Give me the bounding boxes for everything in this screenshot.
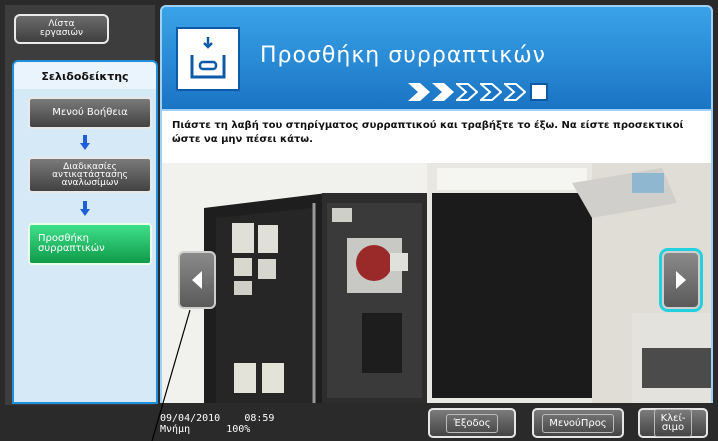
step-chevron-icon <box>504 83 526 101</box>
close-button[interactable]: Κλεί- σιμο <box>638 408 708 438</box>
bookmark-item-add-staples[interactable]: Προσθήκη συρραπτικών <box>28 223 152 265</box>
chevron-right-icon <box>676 271 686 289</box>
step-chevron-icon <box>432 83 454 101</box>
finisher-photo <box>204 163 711 403</box>
previous-menu-label: ΜενούΠρος <box>542 413 614 433</box>
memory-value: 100% <box>226 424 251 435</box>
close-button-label: Κλεί- σιμο <box>653 409 693 437</box>
arrow-down-icon <box>80 135 90 150</box>
machine-illustration <box>160 163 713 403</box>
step-chevron-icon <box>408 83 430 101</box>
status-time: 08:59 <box>244 413 275 424</box>
left-panel: Λίστα εργασιών Σελιδοδείκτης Μενού Βοήθε… <box>5 5 158 405</box>
step-end-marker <box>530 83 548 101</box>
next-step-button[interactable] <box>662 251 700 309</box>
callout-line <box>151 309 191 441</box>
exit-button[interactable]: Έξοδος <box>428 408 516 438</box>
chevron-left-icon <box>192 271 202 289</box>
exit-button-label: Έξοδος <box>446 413 498 433</box>
bookmark-item-help-menu[interactable]: Μενού Βοήθεια <box>28 97 152 129</box>
arrow-down-icon <box>80 201 90 216</box>
bookmark-item-consumables-replacement[interactable]: Διαδικασίες αντικατάστασης αναλωσίμων <box>28 157 152 193</box>
staple-cartridge-icon <box>176 27 240 91</box>
job-list-button[interactable]: Λίστα εργασιών <box>14 14 109 44</box>
bookmark-panel: Μενού Βοήθεια Διαδικασίες αντικατάστασης… <box>12 89 158 404</box>
step-chevron-icon <box>480 83 502 101</box>
bookmark-tab[interactable]: Σελιδοδείκτης <box>12 60 158 90</box>
status-bar: 09/04/2010 08:59 Μνήμη 100% Έξοδος Μενού… <box>160 405 713 441</box>
page-title: Προσθήκη συρραπτικών <box>260 43 546 68</box>
previous-menu-button[interactable]: ΜενούΠρος <box>532 408 624 438</box>
page-header: Προσθήκη συρραπτικών <box>160 5 713 111</box>
instruction-text: Πιάστε τη λαβή του στηρίγματος συρραπτικ… <box>160 111 713 163</box>
step-chevron-icon <box>456 83 478 101</box>
step-progress <box>408 81 548 103</box>
